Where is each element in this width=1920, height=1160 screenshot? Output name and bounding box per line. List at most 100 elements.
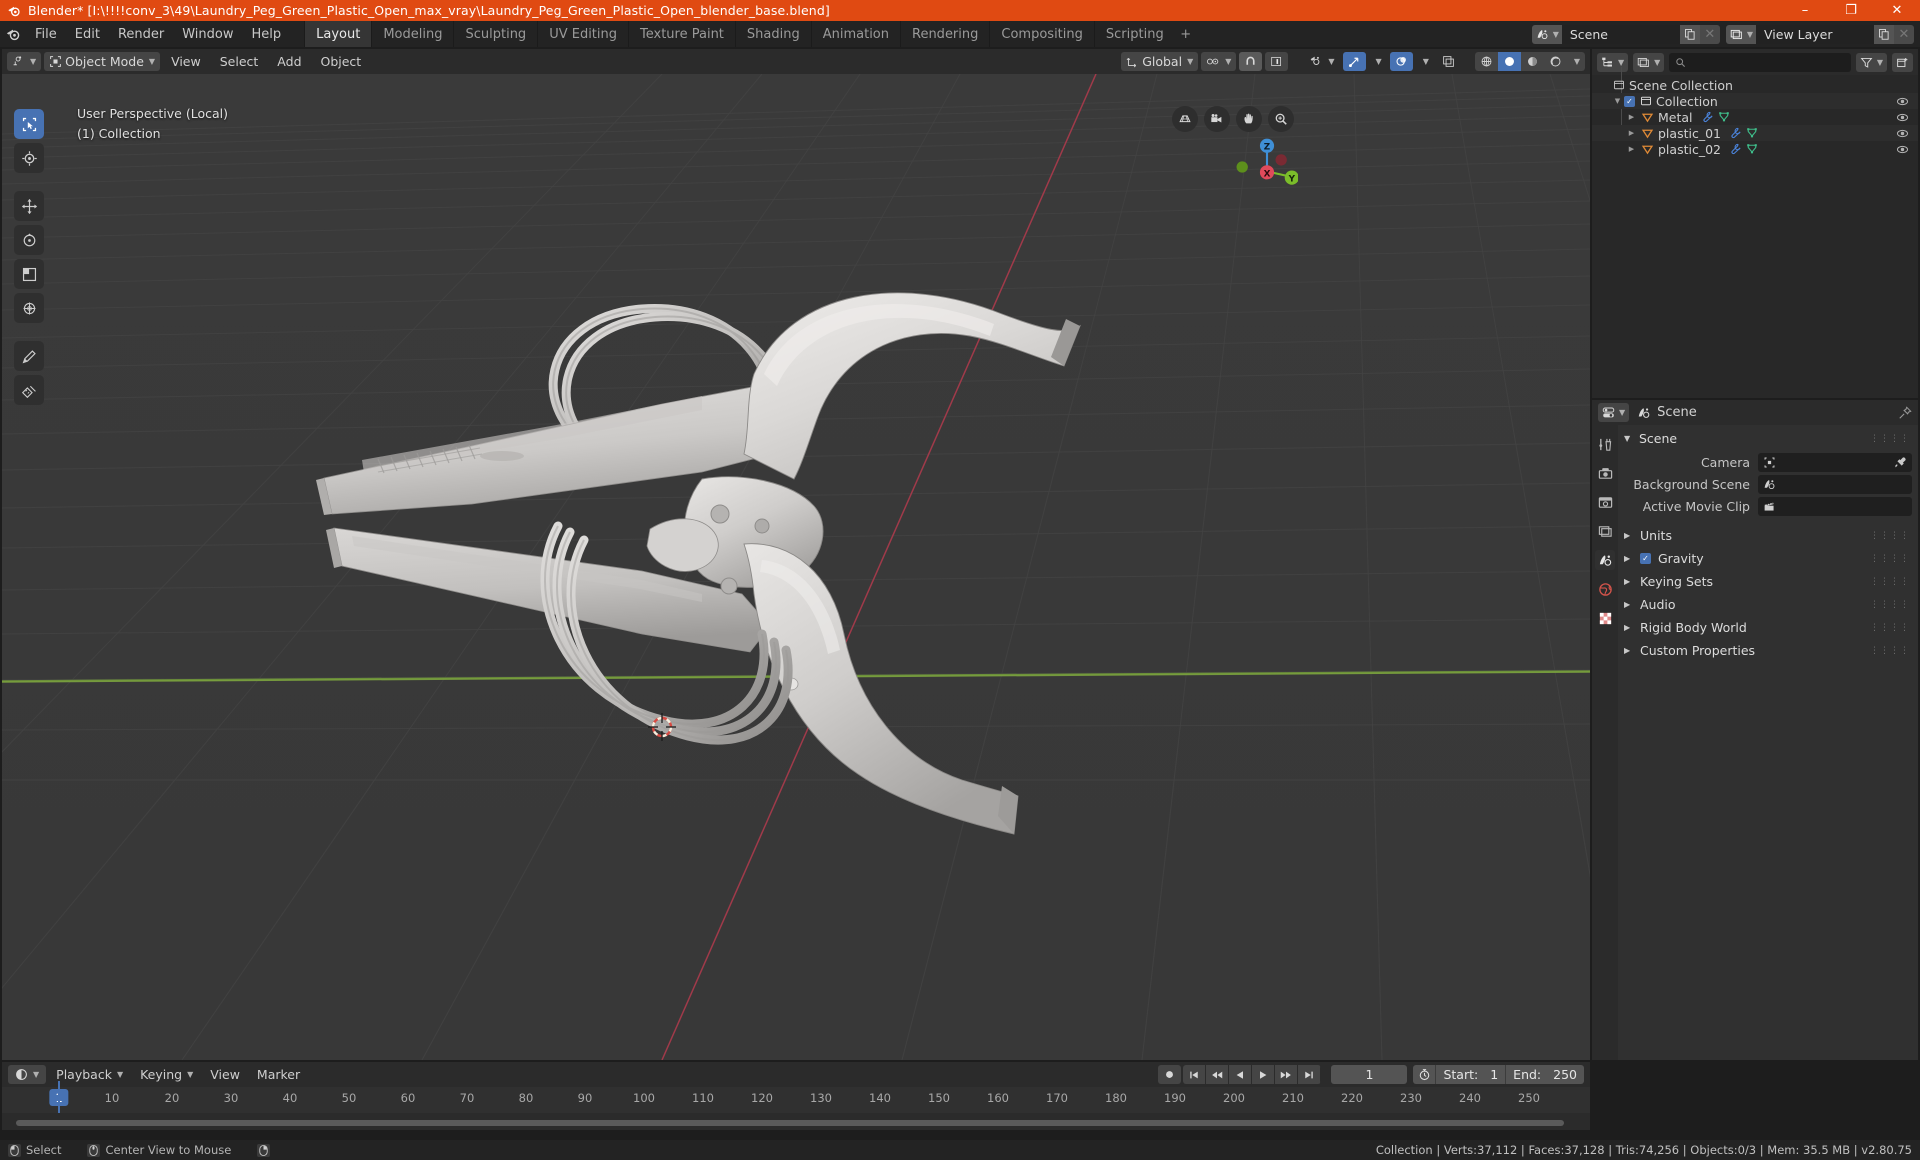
overlays-options-chevron-icon[interactable]: ▼ bbox=[1416, 52, 1434, 71]
outliner-editor[interactable]: ▼ ▼ ▼ Scene Collection ▼ ✓ Collection ▶ … bbox=[1592, 49, 1918, 398]
start-frame-field[interactable]: Start: 1 bbox=[1435, 1065, 1506, 1084]
workspace-tab-texture-paint[interactable]: Texture Paint bbox=[628, 21, 735, 47]
properties-tab-world[interactable] bbox=[1595, 579, 1615, 599]
panel-drag-grip-icon[interactable]: ⋮⋮⋮⋮ bbox=[1870, 623, 1910, 633]
timeline-horizontal-scrollbar[interactable] bbox=[16, 1120, 1564, 1126]
gizmo-toggle-icon[interactable] bbox=[1342, 52, 1366, 71]
section-keying-sets[interactable]: ▶ Keying Sets ⋮⋮⋮⋮ bbox=[1618, 570, 1918, 593]
editor-type-selector[interactable]: ▼ bbox=[7, 52, 42, 71]
workspace-tab-animation[interactable]: Animation bbox=[810, 21, 900, 47]
viewport-canvas[interactable]: User Perspective (Local) (1) Collection bbox=[2, 74, 1590, 1060]
section-expand-triangle-icon[interactable]: ▶ bbox=[1624, 623, 1633, 632]
timeline-menu-view[interactable]: View bbox=[203, 1065, 247, 1084]
properties-tab-render[interactable] bbox=[1595, 463, 1615, 483]
viewport-3d-scene[interactable] bbox=[2, 74, 1590, 1060]
proportional-editing-icon[interactable] bbox=[1265, 52, 1289, 71]
view-layer-selector[interactable]: ▼ View Layer ✕ bbox=[1725, 24, 1914, 44]
show-gizmo-icon[interactable]: ▼ bbox=[1303, 52, 1339, 71]
shading-solid-icon[interactable] bbox=[1497, 52, 1521, 71]
section-units[interactable]: ▶ Units ⋮⋮⋮⋮ bbox=[1618, 524, 1918, 547]
shading-wireframe-icon[interactable] bbox=[1474, 52, 1498, 71]
properties-editor-type-icon[interactable]: ▼ bbox=[1598, 403, 1630, 422]
viewport-menu-add[interactable]: Add bbox=[269, 52, 309, 71]
properties-tab-texture[interactable] bbox=[1595, 608, 1615, 628]
properties-editor[interactable]: ▼ Scene ▼ Scene ⋮⋮⋮⋮ Camera Background S… bbox=[1592, 400, 1918, 1060]
outliner-row-plastic-02[interactable]: ▶ plastic_02 bbox=[1592, 141, 1918, 157]
timeline-editor-type-icon[interactable]: ▼ bbox=[8, 1065, 47, 1084]
use-preview-range-icon[interactable] bbox=[1413, 1065, 1436, 1084]
view-layer-name-field[interactable]: View Layer bbox=[1756, 24, 1874, 44]
pan-view-icon[interactable] bbox=[1236, 106, 1262, 132]
add-workspace-button[interactable]: + bbox=[1175, 21, 1197, 47]
section-expand-triangle-icon[interactable]: ▶ bbox=[1624, 646, 1633, 655]
xray-toggle-icon[interactable] bbox=[1437, 52, 1460, 71]
workspace-tab-sculpting[interactable]: Sculpting bbox=[453, 21, 537, 47]
toggle-camera-perspective-icon[interactable] bbox=[1172, 106, 1198, 132]
panel-drag-grip-icon[interactable]: ⋮⋮⋮⋮ bbox=[1870, 554, 1910, 564]
timeline-menu-marker[interactable]: Marker bbox=[250, 1065, 307, 1084]
visibility-eye-icon[interactable] bbox=[1896, 127, 1909, 140]
outliner-editor-type-icon[interactable]: ▼ bbox=[1597, 52, 1629, 72]
section-expand-triangle-icon[interactable]: ▶ bbox=[1624, 600, 1633, 609]
properties-content[interactable]: ▼ Scene ⋮⋮⋮⋮ Camera Background Scene Act… bbox=[1618, 425, 1918, 1060]
collection-enable-checkbox[interactable]: ✓ bbox=[1624, 95, 1635, 107]
tool-rotate-icon[interactable] bbox=[14, 225, 44, 255]
properties-tab-tool[interactable] bbox=[1595, 434, 1615, 454]
panel-drag-grip-icon[interactable]: ⋮⋮⋮⋮ bbox=[1870, 646, 1910, 656]
overlays-toggle-icon[interactable] bbox=[1389, 52, 1413, 71]
section-expand-triangle-icon[interactable]: ▶ bbox=[1624, 531, 1633, 540]
panel-expand-triangle-icon[interactable]: ▼ bbox=[1624, 434, 1633, 443]
tool-scale-icon[interactable] bbox=[14, 259, 44, 289]
shading-rendered-icon[interactable] bbox=[1543, 52, 1567, 71]
section-audio[interactable]: ▶ Audio ⋮⋮⋮⋮ bbox=[1618, 593, 1918, 616]
outliner-row-plastic-01[interactable]: ▶ plastic_01 bbox=[1592, 125, 1918, 141]
view-layer-unlink-button[interactable]: ✕ bbox=[1894, 24, 1914, 44]
disclosure-triangle-icon[interactable]: ▶ bbox=[1626, 145, 1637, 153]
view-layer-new-button[interactable] bbox=[1874, 24, 1894, 44]
tool-transform-icon[interactable] bbox=[14, 293, 44, 323]
view-layer-browse-icon[interactable]: ▼ bbox=[1725, 24, 1756, 44]
properties-tab-output[interactable] bbox=[1595, 492, 1615, 512]
shading-options-chevron-icon[interactable]: ▼ bbox=[1566, 52, 1585, 71]
outliner-row-scene-collection[interactable]: Scene Collection bbox=[1592, 77, 1918, 93]
properties-tab-view-layer[interactable] bbox=[1595, 521, 1615, 541]
snap-magnet-icon[interactable] bbox=[1239, 52, 1263, 71]
close-button[interactable]: ✕ bbox=[1874, 0, 1920, 21]
outliner-new-collection-icon[interactable] bbox=[1892, 52, 1913, 72]
timeline-menu-keying[interactable]: Keying ▼ bbox=[133, 1065, 200, 1084]
workspace-tab-uv-editing[interactable]: UV Editing bbox=[537, 21, 628, 47]
scene-name-field[interactable]: Scene bbox=[1561, 24, 1680, 44]
maximize-button[interactable]: ❐ bbox=[1828, 0, 1874, 21]
section-custom-properties[interactable]: ▶ Custom Properties ⋮⋮⋮⋮ bbox=[1618, 639, 1918, 662]
property-row-background-scene[interactable]: Background Scene bbox=[1618, 475, 1918, 494]
workspace-tab-scripting[interactable]: Scripting bbox=[1093, 21, 1175, 47]
viewport-menu-object[interactable]: Object bbox=[313, 52, 370, 71]
pin-id-icon[interactable] bbox=[1898, 405, 1912, 420]
outliner-tree[interactable]: Scene Collection ▼ ✓ Collection ▶ Metal … bbox=[1592, 67, 1918, 398]
panel-drag-grip-icon[interactable]: ⋮⋮⋮⋮ bbox=[1870, 600, 1910, 610]
timeline-menu-playback[interactable]: Playback ▼ bbox=[49, 1065, 130, 1084]
jump-to-next-keyframe-button[interactable] bbox=[1275, 1065, 1299, 1084]
tool-cursor-icon[interactable] bbox=[14, 143, 44, 173]
gravity-checkbox[interactable]: ✓ bbox=[1640, 553, 1651, 564]
play-reverse-button[interactable] bbox=[1229, 1065, 1253, 1084]
visibility-eye-icon[interactable] bbox=[1896, 111, 1909, 124]
tool-select-box-icon[interactable] bbox=[14, 109, 44, 139]
viewport-menu-select[interactable]: Select bbox=[212, 52, 267, 71]
gizmo-options-chevron-icon[interactable]: ▼ bbox=[1369, 52, 1387, 71]
section-rigid-body-world[interactable]: ▶ Rigid Body World ⋮⋮⋮⋮ bbox=[1618, 616, 1918, 639]
tool-measure-icon[interactable] bbox=[14, 375, 44, 405]
workspace-tab-compositing[interactable]: Compositing bbox=[989, 21, 1094, 47]
scene-unlink-button[interactable]: ✕ bbox=[1699, 24, 1720, 44]
workspace-tab-rendering[interactable]: Rendering bbox=[900, 21, 989, 47]
disclosure-triangle-icon[interactable]: ▼ bbox=[1612, 97, 1623, 105]
visibility-eye-icon[interactable] bbox=[1896, 143, 1909, 156]
menu-render[interactable]: Render bbox=[109, 24, 173, 44]
jump-to-prev-keyframe-button[interactable] bbox=[1206, 1065, 1230, 1084]
panel-drag-grip-icon[interactable]: ⋮⋮⋮⋮ bbox=[1870, 531, 1910, 541]
menu-help[interactable]: Help bbox=[243, 24, 291, 44]
workspace-tab-layout[interactable]: Layout bbox=[304, 21, 372, 47]
shading-material-icon[interactable] bbox=[1520, 52, 1544, 71]
properties-tab-scene[interactable] bbox=[1595, 550, 1615, 570]
outliner-search-input[interactable] bbox=[1669, 52, 1851, 72]
